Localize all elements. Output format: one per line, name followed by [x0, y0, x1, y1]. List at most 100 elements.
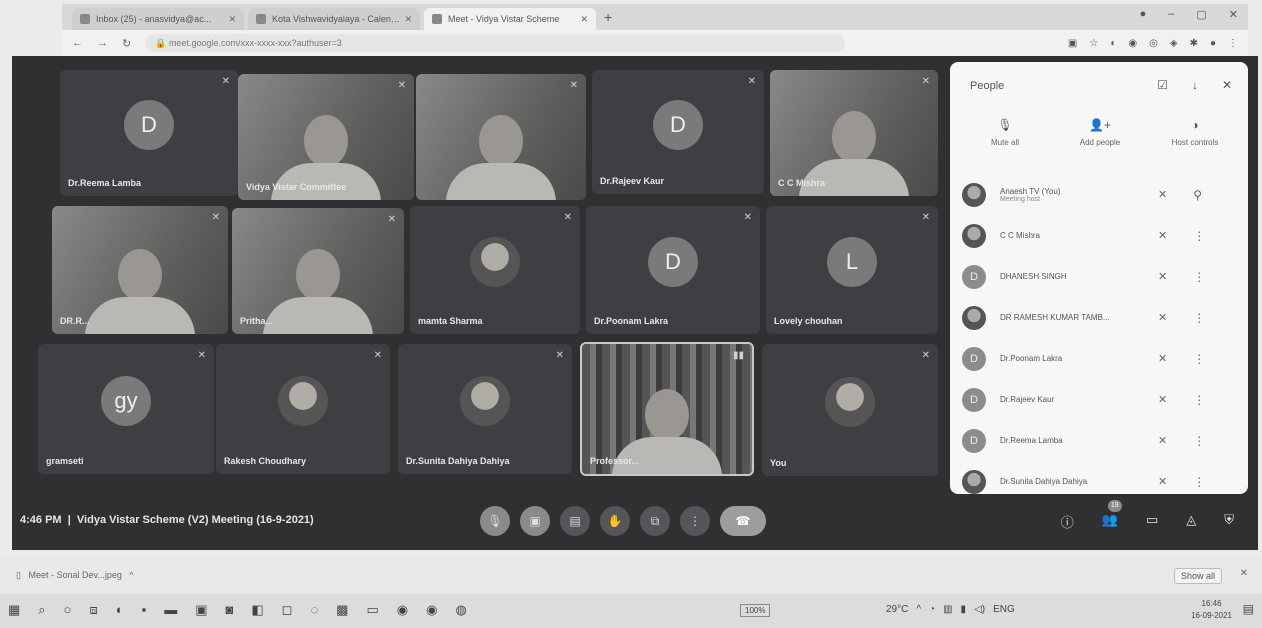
participant-tile[interactable]: gy ✕ gramseti [38, 344, 214, 474]
more-options-button[interactable]: ⋮ [680, 506, 710, 536]
app-icon[interactable]: ◍ [455, 602, 466, 618]
chrome-icon[interactable]: ◉ [397, 602, 408, 618]
back-icon[interactable]: ← [72, 37, 83, 49]
leave-call-button[interactable]: ☎ [720, 506, 766, 536]
cortana-icon[interactable]: ○ [64, 602, 72, 618]
participant-row[interactable]: C C Mishra ✕ ⋮ [962, 215, 1238, 256]
battery-icon[interactable]: ▮ [961, 604, 967, 615]
add-people-button[interactable]: 👤+ Add people [1055, 118, 1145, 147]
browser-tab-3[interactable]: Meet - Vidya Vistar Scheme ✕ [424, 8, 596, 30]
volume-icon[interactable]: ◁) [974, 604, 985, 615]
extension-icon[interactable]: ◉ [1128, 38, 1137, 49]
app-icon[interactable]: ▩ [336, 602, 348, 618]
extension-icon[interactable]: ◈ [1170, 38, 1178, 49]
participant-row[interactable]: DR RAMESH KUMAR TAMB... ✕ ⋮ [962, 297, 1238, 338]
participant-row[interactable]: D Dr.Reema Lamba ✕ ⋮ [962, 420, 1238, 461]
camera-icon[interactable]: ▣ [1068, 38, 1077, 49]
browser-tab-1[interactable]: Inbox (25) - anasvidya@ac... ✕ [72, 8, 244, 30]
forward-icon[interactable]: → [97, 37, 108, 49]
tray-icon[interactable]: ◔ [929, 604, 935, 615]
participant-tile[interactable]: ✕ Dr.Sunita Dahiya Dahiya [398, 344, 572, 474]
participant-tile[interactable]: ✕ Pritha... [232, 208, 404, 334]
edge-icon[interactable]: ◐ [116, 602, 124, 618]
participant-tile[interactable]: ✕ C C Mishra [770, 70, 938, 196]
more-options-icon[interactable]: ⋮ [1193, 270, 1205, 284]
activities-icon[interactable]: ◬ [1186, 512, 1196, 531]
app-icon[interactable]: ▭ [366, 602, 378, 618]
minimize-icon[interactable]: – [1168, 8, 1174, 21]
more-options-icon[interactable]: ⋮ [1193, 229, 1205, 243]
mic-toggle-button[interactable]: 🎙 [480, 506, 510, 536]
participant-row[interactable]: Dr.Sunita Dahiya Dahiya ✕ ⋮ [962, 461, 1238, 494]
skype-icon[interactable]: ◙ [225, 602, 233, 618]
more-options-icon[interactable]: ⋮ [1193, 475, 1205, 489]
sort-icon[interactable]: ↓ [1192, 78, 1198, 92]
camera-toggle-button[interactable]: ▣ [520, 506, 550, 536]
shield-icon[interactable]: ⛨ [1224, 512, 1234, 531]
maximize-icon[interactable]: ▢ [1196, 8, 1206, 21]
participant-row[interactable]: D DHANESH SINGH ✕ ⋮ [962, 256, 1238, 297]
chrome-icon[interactable]: ◉ [426, 602, 437, 618]
participant-tile-self[interactable]: ✕ You [762, 344, 938, 476]
close-icon[interactable]: ✕ [1240, 568, 1248, 579]
mute-all-button[interactable]: 🎙 Mute all [960, 118, 1050, 147]
more-options-icon[interactable]: ⋮ [1193, 311, 1205, 325]
close-icon[interactable]: ✕ [404, 14, 412, 25]
mic-off-icon[interactable]: ✕ [1158, 270, 1167, 283]
star-icon[interactable]: ☆ [1089, 38, 1098, 49]
language-indicator[interactable]: ENG [993, 604, 1015, 615]
participant-tile-active-speaker[interactable]: ▮▮ Professor... [580, 342, 754, 476]
close-icon[interactable]: ✕ [1222, 78, 1232, 92]
people-button[interactable]: 19 👥 [1102, 500, 1122, 531]
mic-off-icon[interactable]: ✕ [1158, 434, 1167, 447]
more-options-icon[interactable]: ⋮ [1193, 434, 1205, 448]
participant-tile[interactable]: ✕ mamta Sharma [410, 206, 580, 334]
close-icon[interactable]: ✕ [580, 14, 588, 25]
file-explorer-icon[interactable]: ▬ [164, 602, 177, 618]
present-button[interactable]: ⧉ [640, 506, 670, 536]
search-icon[interactable]: ⌕ [38, 602, 45, 618]
participant-tile[interactable]: D ✕ Dr.Reema Lamba [60, 70, 238, 196]
weather-temperature[interactable]: 29°C [886, 604, 908, 615]
profile-avatar-icon[interactable]: ● [1210, 38, 1216, 49]
close-icon[interactable]: ✕ [228, 14, 236, 25]
close-window-icon[interactable]: ✕ [1229, 8, 1238, 21]
notification-icon[interactable]: ▤ [1243, 602, 1254, 616]
participant-tile[interactable]: L ✕ Lovely chouhan [766, 206, 938, 334]
clock[interactable]: 16:46 16-09-2021 [1191, 598, 1232, 622]
browser-tab-2[interactable]: Kota Vishwavidyalaya - Calendar ✕ [248, 8, 420, 30]
puzzle-icon[interactable]: ✱ [1190, 38, 1198, 49]
mic-off-icon[interactable]: ✕ [1158, 311, 1167, 324]
mic-off-icon[interactable]: ✕ [1158, 352, 1167, 365]
pin-icon[interactable]: ⚲ [1193, 188, 1202, 202]
mic-off-icon[interactable]: ✕ [1158, 188, 1167, 201]
app-icon[interactable]: ◻ [282, 602, 293, 618]
participant-row[interactable]: D Dr.Poonam Lakra ✕ ⋮ [962, 338, 1238, 379]
participant-tile[interactable]: D ✕ Dr.Rajeev Kaur [592, 70, 764, 194]
menu-icon[interactable]: ⋮ [1228, 38, 1238, 49]
mic-off-icon[interactable]: ✕ [1158, 393, 1167, 406]
participant-tile[interactable]: ✕ Rakesh Choudhary [216, 344, 390, 474]
network-icon[interactable]: ▥ [943, 604, 952, 615]
participant-tile[interactable]: ✕ [416, 74, 586, 200]
show-all-button[interactable]: Show all [1173, 568, 1222, 584]
more-options-icon[interactable]: ⋮ [1193, 352, 1205, 366]
extension-icon[interactable]: ◐ [1110, 38, 1116, 49]
download-item[interactable]: ▯ Meet - Sonal Dev...jpeg ^ [16, 570, 134, 581]
photoshop-icon[interactable]: ▪ [142, 602, 147, 618]
host-controls-button[interactable]: ◑ Host controls [1150, 118, 1240, 147]
task-view-icon[interactable]: ⧈ [89, 602, 97, 618]
participant-tile[interactable]: ✕ Vidya Vistar Committee [238, 74, 414, 200]
new-tab-button[interactable]: + [604, 9, 612, 25]
participant-tile[interactable]: ✕ DR.R... [52, 206, 228, 334]
windows-start-icon[interactable]: ▦ [8, 602, 20, 618]
url-input[interactable]: 🔒 meet.google.com/xxx-xxxx-xxx?authuser=… [145, 34, 846, 52]
participant-row[interactable]: Anaesh TV (You) Meeting host ✕ ⚲ [962, 174, 1238, 215]
raise-hand-button[interactable]: ✋ [600, 506, 630, 536]
mic-off-icon[interactable]: ✕ [1158, 475, 1167, 488]
info-icon[interactable]: ⓘ [1061, 512, 1074, 531]
reload-icon[interactable]: ↻ [122, 37, 131, 50]
profile-icon[interactable]: ● [1140, 8, 1147, 21]
chevron-up-icon[interactable]: ^ [124, 570, 133, 580]
app-icon[interactable]: ◌ [310, 602, 318, 618]
